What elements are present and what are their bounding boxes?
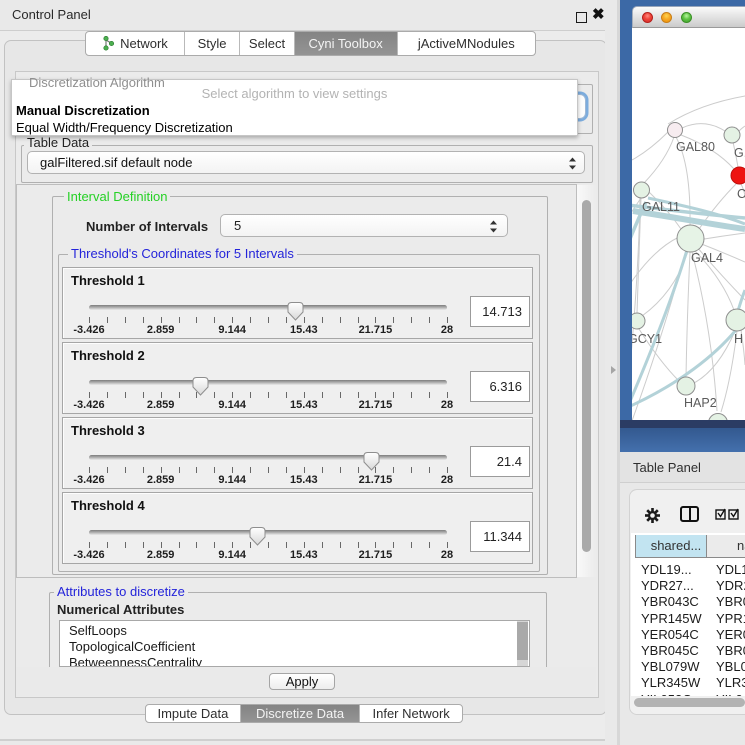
svg-text:C: C [737,187,745,201]
svg-text:GAL80: GAL80 [676,140,715,154]
svg-text:H: H [734,332,743,346]
svg-text:GAL4: GAL4 [691,251,723,265]
svg-text:G.: G. [734,146,745,160]
svg-text:GCY1: GCY1 [632,332,662,346]
svg-text:HAP2: HAP2 [684,396,717,410]
svg-text:GAL11: GAL11 [642,200,680,214]
